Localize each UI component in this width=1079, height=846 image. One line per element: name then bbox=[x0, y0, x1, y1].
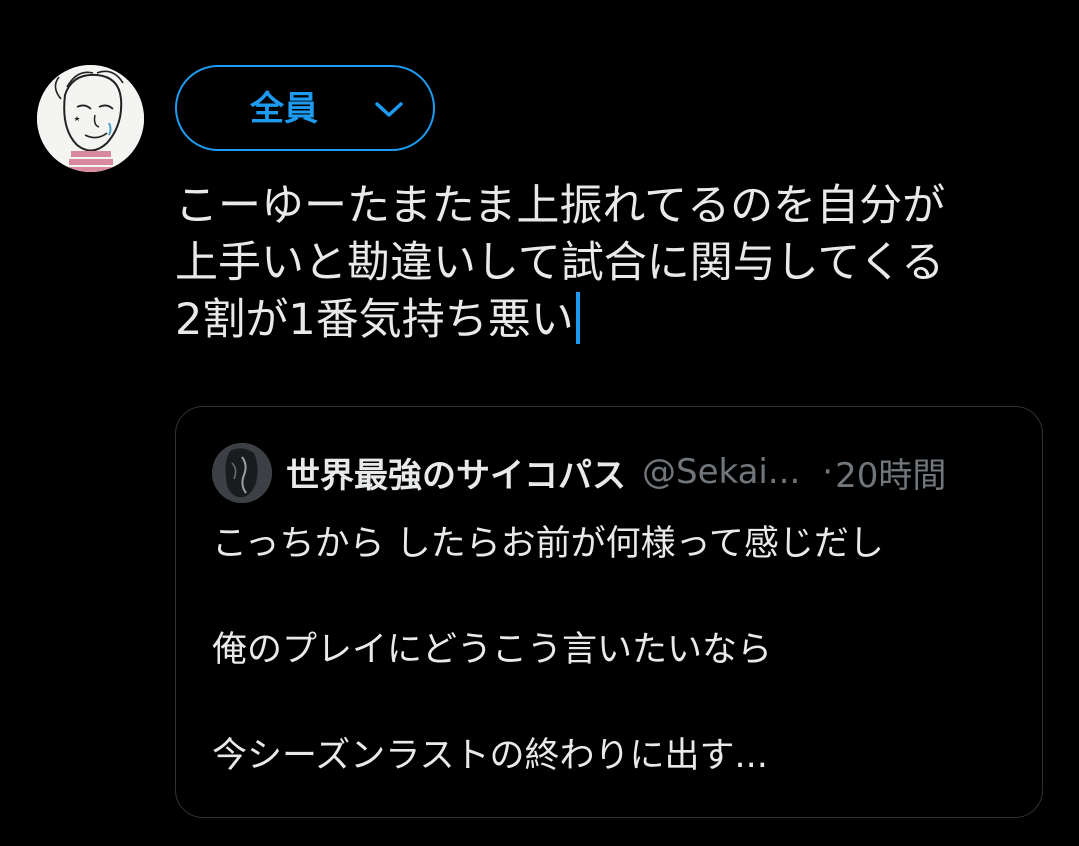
quoted-avatar-image bbox=[212, 443, 272, 503]
quoted-author-name[interactable]: 世界最強のサイコパス bbox=[286, 448, 626, 497]
quoted-tweet-header: 世界最強のサイコパス @Sekai... · 20時間 bbox=[286, 447, 946, 497]
quoted-tweet-body: こっちから したらお前が何様って感じだし 俺のプレイにどうこう言いたいなら 今シ… bbox=[212, 519, 1012, 837]
quoted-author-avatar[interactable] bbox=[212, 443, 272, 503]
header-separator: · bbox=[822, 452, 834, 492]
quoted-tweet-card[interactable]: 世界最強のサイコパス @Sekai... · 20時間 こっちから したらお前が… bbox=[175, 406, 1043, 818]
quoted-body-line: 今シーズンラストの終わりに出す... bbox=[212, 736, 768, 776]
quoted-body-line: 俺のプレイにどうこう言いたいなら bbox=[212, 630, 773, 670]
quoted-timestamp[interactable]: 20時間 bbox=[835, 448, 946, 497]
audience-label: 全員 bbox=[250, 89, 318, 129]
avatar-image bbox=[37, 65, 144, 172]
compose-line: こーゆーたまたま上振れてるのを自分が bbox=[175, 181, 946, 231]
compose-line-text: 2割が1番気持ち悪い bbox=[175, 295, 574, 345]
audience-selector-button[interactable]: 全員 bbox=[175, 65, 435, 151]
user-avatar[interactable] bbox=[37, 65, 144, 172]
chevron-down-icon bbox=[375, 102, 403, 117]
compose-text-area[interactable]: こーゆーたまたま上振れてるのを自分が 上手いと勘違いして試合に関与してくる 2割が1… bbox=[175, 178, 1035, 349]
compose-line: 2割が1番気持ち悪い bbox=[175, 292, 1035, 349]
quoted-author-handle[interactable]: @Sekai... bbox=[642, 452, 800, 492]
quoted-body-line: こっちから したらお前が何様って感じだし bbox=[212, 524, 884, 564]
compose-line: 上手いと勘違いして試合に関与してくる bbox=[175, 235, 1035, 292]
text-caret bbox=[575, 292, 580, 344]
compose-line-text: 上手いと勘違いして試合に関与してくる bbox=[175, 238, 945, 288]
